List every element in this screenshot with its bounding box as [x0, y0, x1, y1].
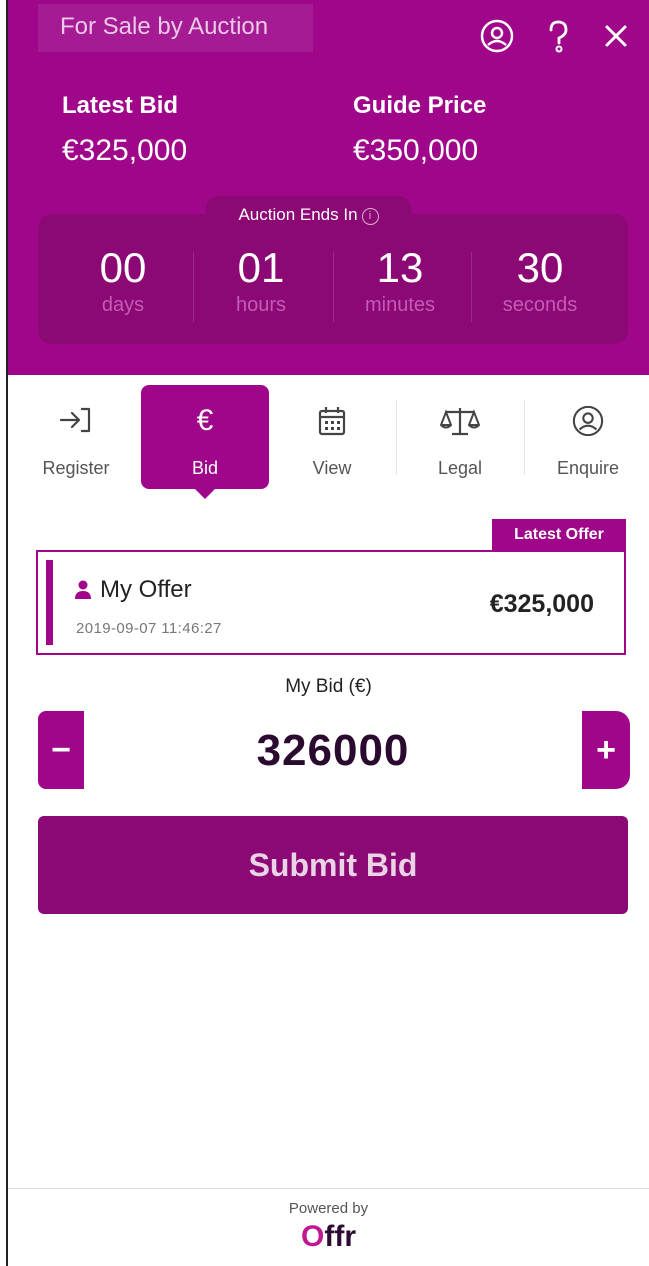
countdown-days: 00 days — [53, 244, 193, 317]
guide-price-value: €350,000 — [353, 134, 479, 167]
tab-view[interactable]: View — [268, 385, 396, 489]
offer-accent-bar — [46, 560, 53, 645]
countdown-hours-label: hours — [235, 294, 287, 316]
scales-icon — [396, 405, 524, 437]
tab-register-label: Register — [42, 458, 110, 478]
countdown-title: Auction Ends In i — [206, 196, 411, 234]
tab-enquire-label: Enquire — [556, 458, 620, 478]
tab-enquire[interactable]: Enquire — [524, 385, 649, 489]
help-icon[interactable] — [540, 18, 576, 54]
latest-offer-badge: Latest Offer — [492, 519, 626, 551]
countdown-hours-value: 01 — [237, 244, 285, 291]
person-icon — [75, 580, 91, 599]
decrease-bid-button[interactable]: − — [38, 711, 84, 789]
countdown-seconds: 30 seconds — [470, 244, 610, 317]
tab-divider — [524, 400, 525, 475]
countdown-seconds-label: seconds — [502, 294, 578, 316]
guide-price-block: Guide Price €350,000 — [353, 92, 486, 168]
auction-widget: For Sale by Auction Latest Bid €325,000 … — [6, 0, 649, 1266]
info-icon[interactable]: i — [361, 208, 379, 225]
action-tabs: Register € Bid View Legal Enquire — [8, 375, 649, 510]
countdown-days-value: 00 — [99, 244, 147, 291]
latest-bid-block: Latest Bid €325,000 — [62, 92, 187, 168]
sale-type-label: For Sale by Auction — [38, 4, 313, 52]
tab-legal-label: Legal — [437, 458, 483, 478]
bid-amount-input[interactable]: 326000 — [88, 726, 578, 776]
tab-bid[interactable]: € Bid — [141, 385, 269, 499]
euro-icon: € — [196, 404, 214, 437]
footer-divider — [8, 1188, 649, 1189]
offr-logo[interactable]: Offr — [8, 1220, 649, 1254]
offer-amount: €325,000 — [489, 590, 594, 618]
sign-in-icon — [12, 405, 140, 437]
logo-text: ffr — [324, 1220, 356, 1253]
offer-title: My Offer — [74, 576, 192, 604]
offer-title-text: My Offer — [100, 576, 192, 603]
countdown-title-text: Auction Ends In — [238, 205, 358, 224]
latest-bid-value: €325,000 — [62, 134, 188, 167]
countdown-seconds-value: 30 — [516, 244, 564, 291]
user-icon — [524, 405, 649, 437]
increase-bid-button[interactable]: + — [582, 711, 630, 789]
logo-o: O — [301, 1220, 325, 1253]
tab-divider — [396, 400, 397, 475]
calendar-icon — [268, 405, 396, 437]
user-icon[interactable] — [479, 18, 515, 54]
powered-by-label: Powered by — [288, 1200, 369, 1217]
tab-bid-label: Bid — [191, 458, 218, 478]
guide-price-label: Guide Price — [353, 92, 487, 119]
latest-bid-label: Latest Bid — [62, 92, 179, 119]
countdown-minutes-label: minutes — [364, 294, 436, 316]
tab-legal[interactable]: Legal — [396, 385, 524, 489]
countdown-minutes-value: 13 — [376, 244, 424, 291]
countdown-minutes: 13 minutes — [330, 244, 470, 317]
offer-datetime: 2019-09-07 11:46:27 — [76, 620, 222, 637]
my-bid-label: My Bid (€) — [285, 676, 372, 697]
auction-header: For Sale by Auction Latest Bid €325,000 … — [8, 0, 649, 375]
countdown-hours: 01 hours — [191, 244, 331, 317]
latest-offer-card: My Offer 2019-09-07 11:46:27 €325,000 — [36, 550, 626, 655]
submit-bid-button[interactable]: Submit Bid — [38, 816, 628, 914]
countdown-days-label: days — [101, 294, 145, 316]
close-icon[interactable] — [598, 18, 634, 54]
tab-register[interactable]: Register — [12, 385, 140, 489]
tab-view-label: View — [312, 458, 352, 478]
